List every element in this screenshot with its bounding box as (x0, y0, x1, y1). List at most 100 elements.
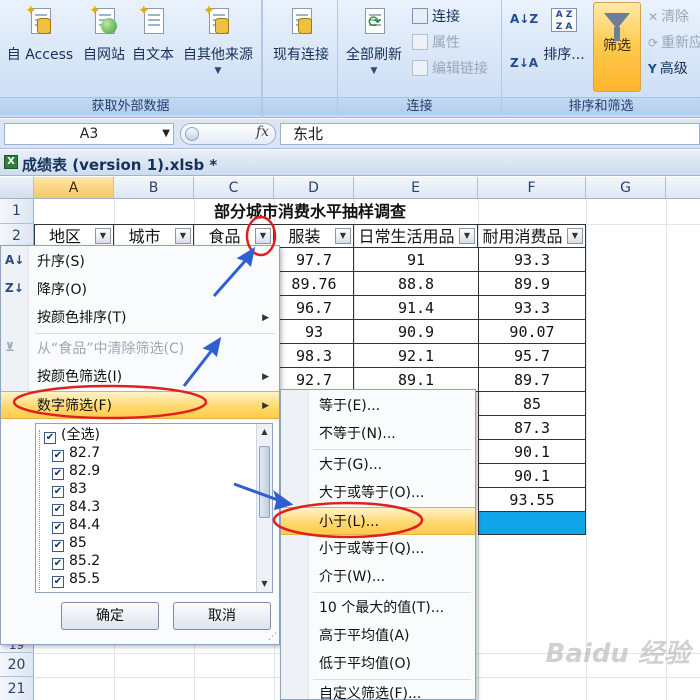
submenu-item-equals[interactable]: 等于(E)... (281, 392, 475, 420)
table-cell[interactable]: 89.7 (479, 368, 585, 392)
submenu-item-greater-than[interactable]: 大于(G)... (281, 451, 475, 479)
row-header-21[interactable]: 21 (0, 677, 34, 700)
filter-dropdown-clothing[interactable]: ▼ (335, 228, 351, 244)
submenu-item-greater-or-equal[interactable]: 大于或等于(O)... (281, 479, 475, 507)
table-cell[interactable]: 85 (479, 392, 585, 416)
table-cell[interactable]: 98.3 (275, 344, 353, 368)
existing-connections-button[interactable]: 现有连接 (267, 4, 335, 64)
list-item[interactable]: ✔ 84.3 (52, 498, 100, 516)
column-header-d[interactable]: D (274, 177, 354, 199)
filter-dropdown-durables[interactable]: ▼ (567, 228, 583, 244)
menu-item-filter-by-color[interactable]: 按颜色筛选(I) ▶ (1, 363, 279, 391)
list-item[interactable]: ✔ 82.9 (52, 462, 100, 480)
menu-item-sort-ascending[interactable]: A↓ 升序(S) (1, 248, 279, 276)
column-header-f[interactable]: F (478, 177, 586, 199)
workbook-tab[interactable]: X 成绩表 (version 1).xlsb * (0, 150, 700, 176)
checkbox-checked-icon[interactable]: ✔ (52, 468, 64, 480)
table-cell[interactable]: 89.9 (479, 272, 585, 296)
clear-button[interactable]: ✕ 清除 (648, 6, 689, 26)
table-cell[interactable]: 96.7 (275, 296, 353, 320)
reapply-button[interactable]: ⟳ 重新应 (648, 32, 700, 52)
column-header-c[interactable]: C (194, 177, 274, 199)
submenu-item-less-or-equal[interactable]: 小于或等于(Q)... (281, 535, 475, 563)
row-header-1[interactable]: 1 (0, 199, 34, 224)
column-header-b[interactable]: B (114, 177, 194, 199)
from-other-sources-button[interactable]: ✦ 自其他来源 ▼ (180, 4, 256, 76)
refresh-all-button[interactable]: ⟳ 全部刷新 ▼ (342, 4, 406, 76)
column-header-a[interactable]: A (34, 177, 114, 199)
checkbox-checked-icon[interactable]: ✔ (44, 432, 56, 444)
filter-dropdown-food[interactable]: ▼ (255, 228, 271, 244)
menu-item-sort-by-color[interactable]: 按颜色排序(T) ▶ (1, 304, 279, 332)
column-header-g[interactable]: G (586, 177, 666, 199)
table-cell[interactable]: 91.4 (354, 296, 478, 320)
submenu-item-not-equals[interactable]: 不等于(N)... (281, 420, 475, 448)
column-header-e[interactable]: E (354, 177, 478, 199)
list-item[interactable]: ✔ 82.7 (52, 444, 100, 462)
checkbox-checked-icon[interactable]: ✔ (52, 576, 64, 588)
table-cell[interactable]: 90.1 (479, 440, 585, 464)
list-item[interactable]: ✔ 85.2 (52, 552, 100, 570)
list-item[interactable]: ✔ 85 (52, 534, 87, 552)
ok-button[interactable]: 确定 (61, 602, 159, 630)
checkbox-checked-icon[interactable]: ✔ (52, 450, 64, 462)
table-cell[interactable]: 90.1 (479, 464, 585, 488)
name-box[interactable]: A3 ▼ (4, 123, 174, 145)
table-cell[interactable]: 95.7 (479, 344, 585, 368)
sort-button[interactable]: A ZZ A 排序... (536, 4, 592, 64)
table-cell[interactable]: 87.3 (479, 416, 585, 440)
table-cell[interactable]: 89.76 (275, 272, 353, 296)
table-cell[interactable]: 93.55 (479, 488, 585, 512)
table-cell[interactable]: 90.9 (354, 320, 478, 344)
chevron-down-icon[interactable]: ▼ (162, 124, 170, 144)
table-cell[interactable]: 97.7 (275, 248, 353, 272)
cancel-button[interactable]: 取消 (173, 602, 271, 630)
scroll-down-icon[interactable]: ▼ (257, 576, 272, 592)
from-text-button[interactable]: ✦ 自文本 (130, 4, 176, 64)
formula-input[interactable]: 东北 (280, 123, 700, 145)
checkbox-checked-icon[interactable]: ✔ (52, 540, 64, 552)
from-access-button[interactable]: ✦ 自 Access (4, 4, 76, 64)
table-cell[interactable]: 93 (275, 320, 353, 344)
insert-function-icon[interactable]: fx (256, 124, 269, 140)
table-cell[interactable]: 93.3 (479, 296, 585, 320)
table-cell[interactable]: 90.07 (479, 320, 585, 344)
menu-item-number-filters[interactable]: 数字筛选(F) ▶ (1, 391, 279, 419)
filter-dropdown-region[interactable]: ▼ (95, 228, 111, 244)
table-title[interactable]: 部分城市消费水平抽样调查 (34, 200, 586, 224)
filter-dropdown-daily-goods[interactable]: ▼ (459, 228, 475, 244)
checkbox-checked-icon[interactable]: ✔ (52, 504, 64, 516)
from-web-button[interactable]: ✦ 自网站 (80, 4, 128, 64)
menu-item-sort-descending[interactable]: Z↓ 降序(O) (1, 276, 279, 304)
connections-button[interactable]: 连接 (412, 6, 460, 26)
sort-az-icon[interactable]: A↓Z (510, 12, 538, 26)
table-cell[interactable]: 92.1 (354, 344, 478, 368)
list-item[interactable]: ✔ 84.4 (52, 516, 100, 534)
list-item[interactable]: ✔ 83 (52, 480, 87, 498)
list-item[interactable]: ✔ (全选) (44, 426, 100, 444)
list-item[interactable]: ✔ 85.5 (52, 570, 100, 588)
filter-dropdown-city[interactable]: ▼ (175, 228, 191, 244)
submenu-item-below-average[interactable]: 低于平均值(O) (281, 650, 475, 678)
submenu-item-between[interactable]: 介于(W)... (281, 563, 475, 591)
table-cell[interactable]: 91 (354, 248, 478, 272)
table-cell[interactable]: 88.8 (354, 272, 478, 296)
filter-values-list[interactable]: ✔ (全选) ✔ 82.7 ✔ 82.9 ✔ 83 ✔ 84.3 ✔ 84.4 ✔ 85 ✔ 8… (35, 423, 273, 593)
checkbox-checked-icon[interactable]: ✔ (52, 486, 64, 498)
submenu-item-above-average[interactable]: 高于平均值(A) (281, 622, 475, 650)
checkbox-checked-icon[interactable]: ✔ (52, 522, 64, 534)
sort-za-icon[interactable]: Z↓A (510, 56, 538, 70)
submenu-item-top-10[interactable]: 10 个最大的值(T)... (281, 594, 475, 622)
row-header-20[interactable]: 20 (0, 653, 34, 677)
advanced-button[interactable]: Y 高级 (648, 58, 688, 78)
properties-button[interactable]: 属性 (412, 32, 460, 52)
submenu-item-custom-filter[interactable]: 自定义筛选(F)... (281, 680, 475, 700)
submenu-item-less-than[interactable]: 小于(L)... (281, 507, 475, 535)
checkbox-checked-icon[interactable]: ✔ (52, 558, 64, 570)
scroll-thumb[interactable] (259, 446, 270, 518)
edit-links-button[interactable]: 编辑链接 (412, 58, 488, 78)
list-scrollbar[interactable]: ▲ ▼ (256, 424, 272, 592)
filter-button[interactable]: 筛选 (593, 2, 641, 92)
scroll-up-icon[interactable]: ▲ (257, 424, 272, 440)
resize-grip-icon[interactable]: ⋰ (268, 632, 277, 642)
